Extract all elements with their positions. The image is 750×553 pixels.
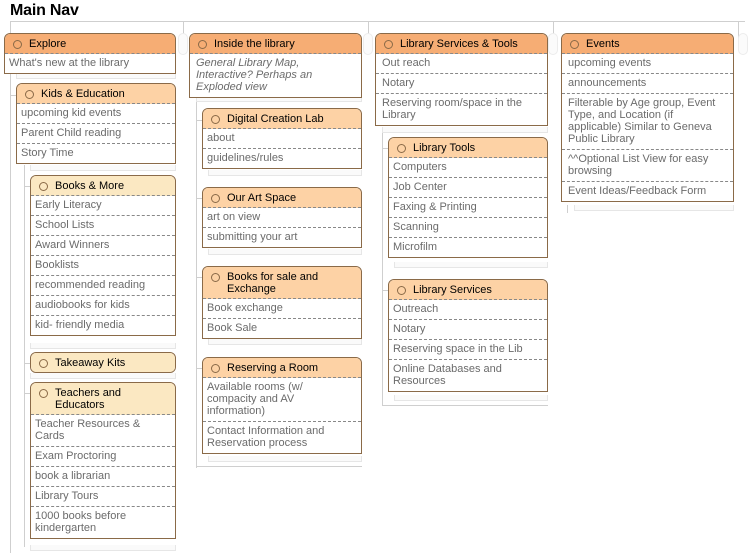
expand-circle-icon[interactable] — [39, 389, 48, 398]
nav-item[interactable]: book a librarian — [31, 467, 175, 487]
card-header-takeaway-kits[interactable]: Takeaway Kits — [31, 353, 175, 372]
nav-item[interactable]: Reserving room/space in the Library — [376, 94, 547, 125]
nav-card-kids-education: Kids & Education upcoming kid events Par… — [16, 83, 176, 164]
card-title: Takeaway Kits — [55, 357, 126, 369]
nav-item[interactable]: recommended reading — [31, 276, 175, 296]
nav-card-our-art-space: Our Art Space art on view submitting you… — [202, 187, 362, 248]
nav-item[interactable]: submitting your art — [203, 228, 361, 247]
page-title: Main Nav — [10, 2, 79, 19]
nav-item[interactable]: Event Ideas/Feedback Form — [562, 182, 733, 201]
card-header-digital-creation-lab[interactable]: Digital Creation Lab — [203, 109, 361, 129]
expand-circle-icon[interactable] — [570, 40, 579, 49]
nav-item[interactable]: Teacher Resources & Cards — [31, 415, 175, 447]
card-title: Library Services — [413, 284, 492, 296]
nav-item[interactable]: about — [203, 129, 361, 149]
expand-circle-icon[interactable] — [211, 364, 220, 373]
expand-circle-icon[interactable] — [211, 194, 220, 203]
nav-item[interactable]: Microfilm — [389, 238, 547, 257]
nav-item[interactable]: School Lists — [31, 216, 175, 236]
nav-item[interactable]: ^^Optional List View for easy browsing — [562, 150, 733, 182]
nav-item[interactable]: What's new at the library — [5, 54, 175, 73]
card-header-events[interactable]: Events — [562, 34, 733, 54]
nav-card-teachers-educators: Teachers and Educators Teacher Resources… — [30, 382, 176, 539]
nav-card-library-tools: Library Tools Computers Job Center Faxin… — [388, 137, 548, 258]
expand-circle-icon[interactable] — [39, 359, 48, 368]
card-header-inside-library[interactable]: Inside the library — [190, 34, 361, 54]
nav-item[interactable]: upcoming kid events — [17, 104, 175, 124]
nav-item[interactable]: Outreach — [389, 300, 547, 320]
nav-card-library-services-tools: Library Services & Tools Out reach Notar… — [375, 33, 548, 126]
expand-circle-icon[interactable] — [211, 273, 220, 282]
card-title: Our Art Space — [227, 192, 297, 204]
nav-card-digital-creation-lab: Digital Creation Lab about guidelines/ru… — [202, 108, 362, 169]
card-header-our-art-space[interactable]: Our Art Space — [203, 188, 361, 208]
card-header-library-services-tools[interactable]: Library Services & Tools — [376, 34, 547, 54]
nav-item[interactable]: guidelines/rules — [203, 149, 361, 168]
nav-item[interactable]: upcoming events — [562, 54, 733, 74]
card-header-books-sale-exchange[interactable]: Books for sale and Exchange — [203, 267, 361, 299]
nav-item[interactable]: Early Literacy — [31, 196, 175, 216]
nav-item[interactable]: Story Time — [17, 144, 175, 163]
card-title: Kids & Education — [41, 88, 125, 100]
expand-circle-icon[interactable] — [397, 144, 406, 153]
nav-item[interactable]: Online Databases and Resources — [389, 360, 547, 391]
card-header-reserving-room[interactable]: Reserving a Room — [203, 358, 361, 378]
nav-card-library-services: Library Services Outreach Notary Reservi… — [388, 279, 548, 392]
nav-item[interactable]: Booklists — [31, 256, 175, 276]
nav-card-reserving-room: Reserving a Room Available rooms (w/ com… — [202, 357, 362, 454]
nav-item[interactable]: Reserving space in the Lib — [389, 340, 547, 360]
card-title: Digital Creation Lab — [227, 113, 324, 125]
card-title: Books for sale and Exchange — [227, 271, 319, 295]
nav-item[interactable]: announcements — [562, 74, 733, 94]
expand-circle-icon[interactable] — [25, 90, 34, 99]
nav-item[interactable]: Book Sale — [203, 319, 361, 338]
nav-card-takeaway-kits: Takeaway Kits — [30, 352, 176, 373]
nav-card-explore: Explore What's new at the library — [4, 33, 176, 74]
nav-item[interactable]: Notary — [389, 320, 547, 340]
nav-item[interactable]: Contact Information and Reservation proc… — [203, 422, 361, 453]
card-header-explore[interactable]: Explore — [5, 34, 175, 54]
nav-item[interactable]: Library Tours — [31, 487, 175, 507]
nav-card-events: Events upcoming events announcements Fil… — [561, 33, 734, 202]
nav-item[interactable]: Scanning — [389, 218, 547, 238]
nav-card-books-sale-exchange: Books for sale and Exchange Book exchang… — [202, 266, 362, 339]
nav-item[interactable]: kid- friendly media — [31, 316, 175, 335]
nav-item[interactable]: audiobooks for kids — [31, 296, 175, 316]
card-title: Books & More — [55, 180, 125, 192]
card-header-teachers-educators[interactable]: Teachers and Educators — [31, 383, 175, 415]
card-title: Explore — [29, 38, 67, 50]
nav-item[interactable]: Parent Child reading — [17, 124, 175, 144]
nav-item[interactable]: Computers — [389, 158, 547, 178]
expand-circle-icon[interactable] — [384, 40, 393, 49]
expand-circle-icon[interactable] — [13, 40, 22, 49]
card-title: Inside the library — [214, 38, 295, 50]
nav-item[interactable]: Out reach — [376, 54, 547, 74]
card-title: Events — [586, 38, 620, 50]
nav-item[interactable]: Faxing & Printing — [389, 198, 547, 218]
nav-item[interactable]: art on view — [203, 208, 361, 228]
card-title: Library Tools — [413, 142, 476, 154]
nav-card-inside-library: Inside the library General Library Map, … — [189, 33, 362, 98]
nav-item[interactable]: Available rooms (w/ compacity and AV inf… — [203, 378, 361, 422]
nav-item[interactable]: Exam Proctoring — [31, 447, 175, 467]
nav-item[interactable]: Notary — [376, 74, 547, 94]
card-title: Library Services & Tools — [400, 38, 518, 50]
card-header-library-services[interactable]: Library Services — [389, 280, 547, 300]
expand-circle-icon[interactable] — [397, 286, 406, 295]
nav-item[interactable]: Book exchange — [203, 299, 361, 319]
card-header-library-tools[interactable]: Library Tools — [389, 138, 547, 158]
expand-circle-icon[interactable] — [211, 115, 220, 124]
nav-item[interactable]: Job Center — [389, 178, 547, 198]
expand-circle-icon[interactable] — [39, 182, 48, 191]
nav-item[interactable]: General Library Map, Interactive? Perhap… — [190, 54, 361, 97]
nav-card-books-more: Books & More Early Literacy School Lists… — [30, 175, 176, 336]
card-title: Reserving a Room — [227, 362, 319, 374]
nav-item[interactable]: 1000 books before kindergarten — [31, 507, 175, 538]
nav-item[interactable]: Award Winners — [31, 236, 175, 256]
expand-circle-icon[interactable] — [198, 40, 207, 49]
card-header-kids-education[interactable]: Kids & Education — [17, 84, 175, 104]
card-title: Teachers and Educators — [55, 387, 122, 411]
nav-item[interactable]: Filterable by Age group, Event Type, and… — [562, 94, 733, 150]
card-header-books-more[interactable]: Books & More — [31, 176, 175, 196]
